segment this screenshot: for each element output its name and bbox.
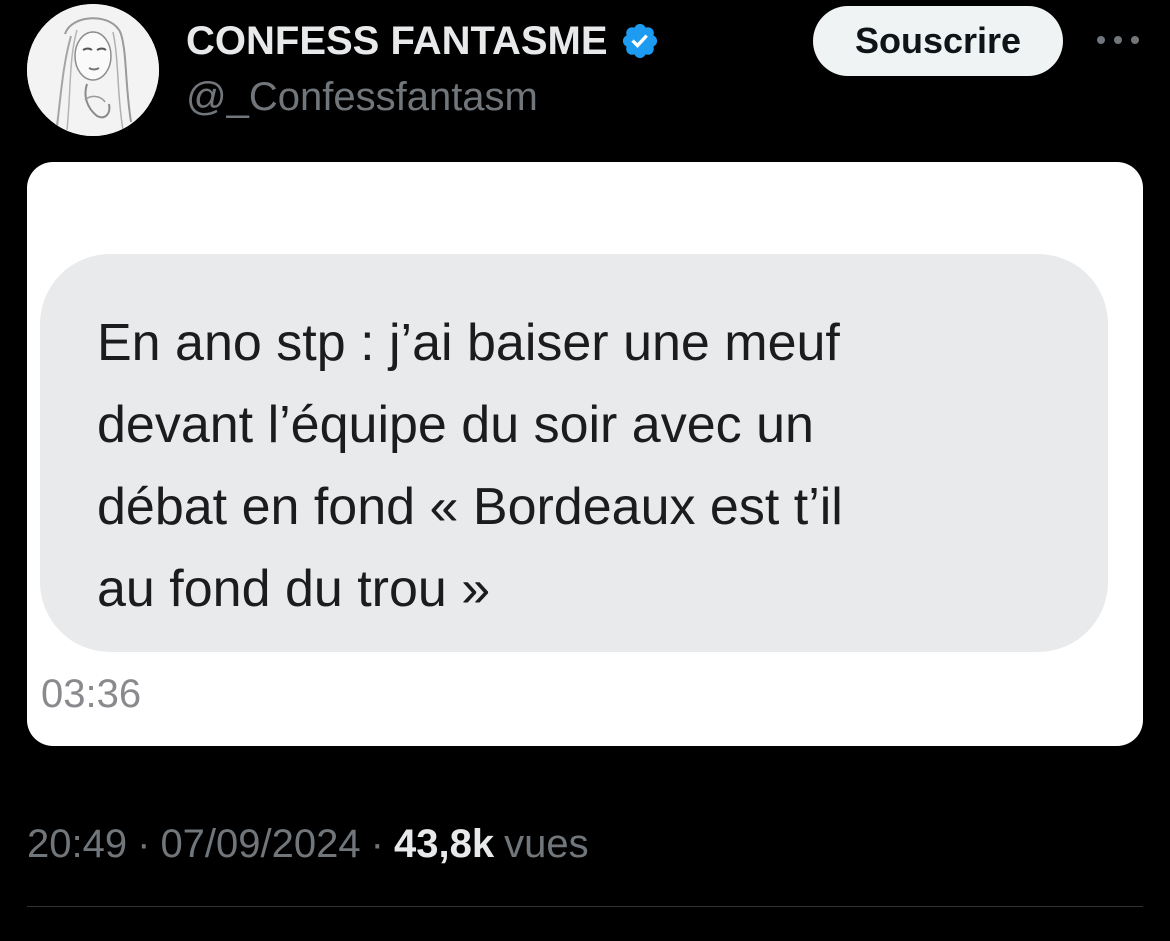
avatar-sketch-image: [27, 4, 159, 136]
more-horizontal-icon[interactable]: [1093, 30, 1143, 50]
avatar[interactable]: [27, 4, 159, 136]
message-timestamp: 03:36: [41, 672, 142, 716]
post-date[interactable]: 07/09/2024: [160, 820, 360, 868]
author-display-name[interactable]: CONFESS FANTASME: [186, 18, 608, 64]
views-label: vues: [504, 822, 589, 866]
message-text: En ano stp : j’ai baiser une meuf devant…: [97, 314, 843, 618]
meta-separator: ·: [370, 822, 384, 866]
subscribe-button[interactable]: Souscrire: [813, 6, 1063, 76]
divider: [27, 906, 1143, 907]
views-count: 43,8k: [393, 822, 495, 866]
author-name-row[interactable]: CONFESS FANTASME: [186, 18, 660, 64]
verified-badge-icon: [622, 23, 657, 59]
tweet-media-image[interactable]: En ano stp : j’ai baiser une meuf devant…: [27, 162, 1143, 746]
meta-separator: ·: [137, 822, 151, 866]
author-handle[interactable]: @_Confessfantasm: [186, 74, 538, 120]
post-time[interactable]: 20:49: [27, 820, 127, 868]
tweet-meta: 20:49 · 07/09/2024 · 43,8k vues: [27, 820, 589, 868]
